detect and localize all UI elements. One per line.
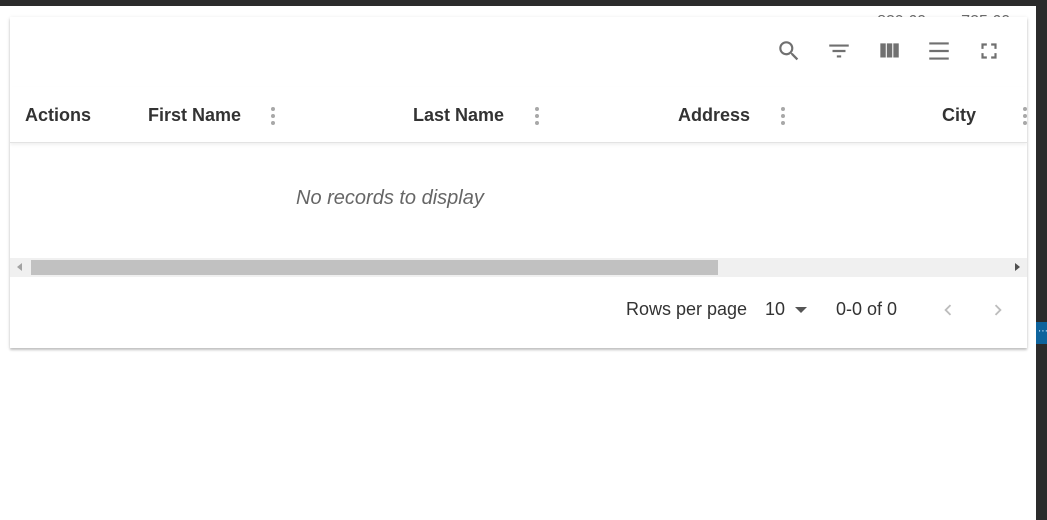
caret-down-icon bbox=[795, 306, 808, 313]
filter-icon bbox=[829, 44, 849, 58]
scroll-right-icon[interactable] bbox=[1015, 263, 1020, 271]
scroll-left-icon[interactable] bbox=[17, 263, 22, 271]
filter-button[interactable] bbox=[823, 33, 855, 69]
next-page-button[interactable] bbox=[983, 295, 1013, 325]
previous-page-button[interactable] bbox=[933, 295, 963, 325]
scrollbar-thumb[interactable] bbox=[31, 260, 718, 275]
columns-button[interactable] bbox=[873, 33, 905, 69]
column-menu-icon[interactable] bbox=[1022, 107, 1027, 125]
chevron-right-icon bbox=[994, 304, 1002, 316]
density-button[interactable] bbox=[923, 33, 955, 69]
column-menu-icon[interactable] bbox=[270, 107, 276, 125]
rows-per-page-select[interactable]: 10 bbox=[765, 299, 808, 320]
pagination-range: 0-0 of 0 bbox=[836, 299, 898, 319]
search-icon bbox=[779, 41, 799, 61]
search-button[interactable] bbox=[773, 33, 805, 69]
table-pagination: Rows per page 10 0-0 of 0 bbox=[10, 287, 1027, 331]
chevron-left-icon bbox=[944, 304, 952, 316]
column-header-last-name[interactable]: Last Name bbox=[413, 87, 504, 143]
table-toolbar bbox=[773, 33, 1027, 69]
fullscreen-icon bbox=[981, 43, 997, 59]
column-header-address[interactable]: Address bbox=[678, 87, 750, 143]
horizontal-scrollbar[interactable] bbox=[10, 258, 1027, 277]
rows-per-page-value: 10 bbox=[765, 299, 786, 319]
fullscreen-button[interactable] bbox=[973, 33, 1005, 69]
more-icon: ⋯ bbox=[1038, 326, 1047, 337]
column-menu-icon[interactable] bbox=[780, 107, 786, 125]
column-header-actions: Actions bbox=[25, 104, 92, 125]
columns-icon bbox=[880, 43, 899, 58]
data-table-panel: Actions First Name Last Name Address Cit… bbox=[10, 17, 1027, 348]
empty-message: No records to display bbox=[296, 187, 484, 209]
column-menu-icon[interactable] bbox=[534, 107, 540, 125]
column-header-city[interactable]: City bbox=[942, 87, 976, 143]
table-header: Actions First Name Last Name Address Cit… bbox=[10, 87, 1027, 143]
rows-per-page-label: Rows per page bbox=[626, 299, 748, 319]
window-top-bar bbox=[0, 0, 1047, 6]
side-panel-handle[interactable]: ⋯ bbox=[1036, 322, 1047, 344]
side-panel-edge bbox=[1036, 6, 1047, 520]
column-header-first-name[interactable]: First Name bbox=[148, 87, 241, 143]
density-icon bbox=[929, 42, 949, 60]
